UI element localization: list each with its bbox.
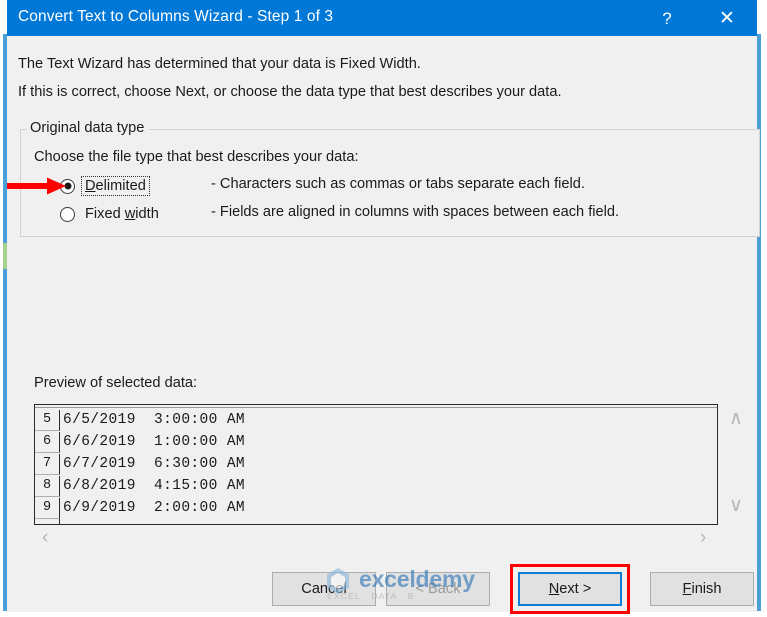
preview-row: 5 6/5/2019 3:00:00 AM (35, 409, 245, 431)
dialog-title: Convert Text to Columns Wizard - Step 1 … (18, 8, 334, 25)
preview-row-text: 6/5/2019 3:00:00 AM (63, 412, 246, 428)
back-button: < Back (386, 572, 490, 606)
radio-fixed-width-description: - Fields are aligned in columns with spa… (211, 204, 620, 220)
preview-row-text: 6/8/2019 4:15:00 AM (63, 478, 246, 494)
help-icon[interactable]: ? (644, 0, 690, 36)
preview-row-number: 5 (35, 409, 60, 431)
preview-row: 6 6/6/2019 1:00:00 AM (35, 431, 245, 453)
radio-fixed-width-mark[interactable] (60, 206, 75, 222)
radio-delimited-label-rest: elimited (95, 178, 146, 194)
choose-file-type-instruction: Choose the file type that best describes… (34, 149, 359, 165)
dialog-titlebar: Convert Text to Columns Wizard - Step 1 … (7, 0, 757, 36)
radio-delimited[interactable]: Delimited (60, 175, 150, 197)
preview-row-text: 6/7/2019 6:30:00 AM (63, 456, 246, 472)
background-right-white (761, 34, 767, 617)
next-button-label-rest: ext > (559, 581, 592, 597)
cancel-button[interactable]: Cancel (272, 572, 376, 606)
preview-panel[interactable]: 5 6/5/2019 3:00:00 AM 6 6/6/2019 1:00:00… (34, 404, 718, 525)
preview-header-strip (35, 405, 717, 408)
preview-row: 7 6/7/2019 6:30:00 AM (35, 453, 245, 475)
preview-horizontal-scrollbar[interactable]: ‹ › (34, 525, 718, 551)
preview-vertical-scrollbar[interactable]: ∧ ∨ (720, 404, 754, 525)
radio-delimited-description: - Characters such as commas or tabs sepa… (211, 176, 585, 192)
next-button[interactable]: Next > (518, 572, 622, 606)
preview-row: 8 6/8/2019 4:15:00 AM (35, 475, 245, 497)
close-icon[interactable]: ✕ (704, 0, 750, 36)
text-to-columns-wizard-dialog: Convert Text to Columns Wizard - Step 1 … (7, 0, 760, 614)
scroll-left-icon[interactable]: ‹ (42, 528, 48, 547)
scroll-up-icon[interactable]: ∧ (729, 409, 743, 428)
preview-row-number: 9 (35, 497, 60, 519)
scroll-right-icon[interactable]: › (700, 528, 706, 547)
preview-row-text: 6/9/2019 2:00:00 AM (63, 500, 246, 516)
radio-fixed-width-label[interactable]: Fixed width (82, 205, 162, 223)
preview-label: Preview of selected data: (34, 375, 198, 391)
original-data-type-label: Original data type (27, 120, 150, 136)
intro-line-2: If this is correct, choose Next, or choo… (18, 84, 562, 100)
radio-fixed-label-post: idth (135, 206, 159, 222)
preview-row: 9 6/9/2019 2:00:00 AM (35, 497, 245, 519)
preview-row-number: 7 (35, 453, 60, 475)
finish-button-label-rest: inish (691, 581, 722, 597)
radio-delimited-label[interactable]: Delimited (81, 176, 150, 196)
preview-row-number: 8 (35, 475, 60, 497)
intro-line-1: The Text Wizard has determined that your… (18, 56, 421, 72)
radio-fixed-label-pre: Fixed (85, 206, 125, 222)
radio-fixed-width[interactable]: Fixed width (60, 203, 162, 225)
red-arrow-annotation (7, 177, 66, 195)
preview-row-text: 6/6/2019 1:00:00 AM (63, 434, 246, 450)
finish-button[interactable]: Finish (650, 572, 754, 606)
scroll-down-icon[interactable]: ∨ (729, 496, 743, 515)
preview-row-number: 6 (35, 431, 60, 453)
